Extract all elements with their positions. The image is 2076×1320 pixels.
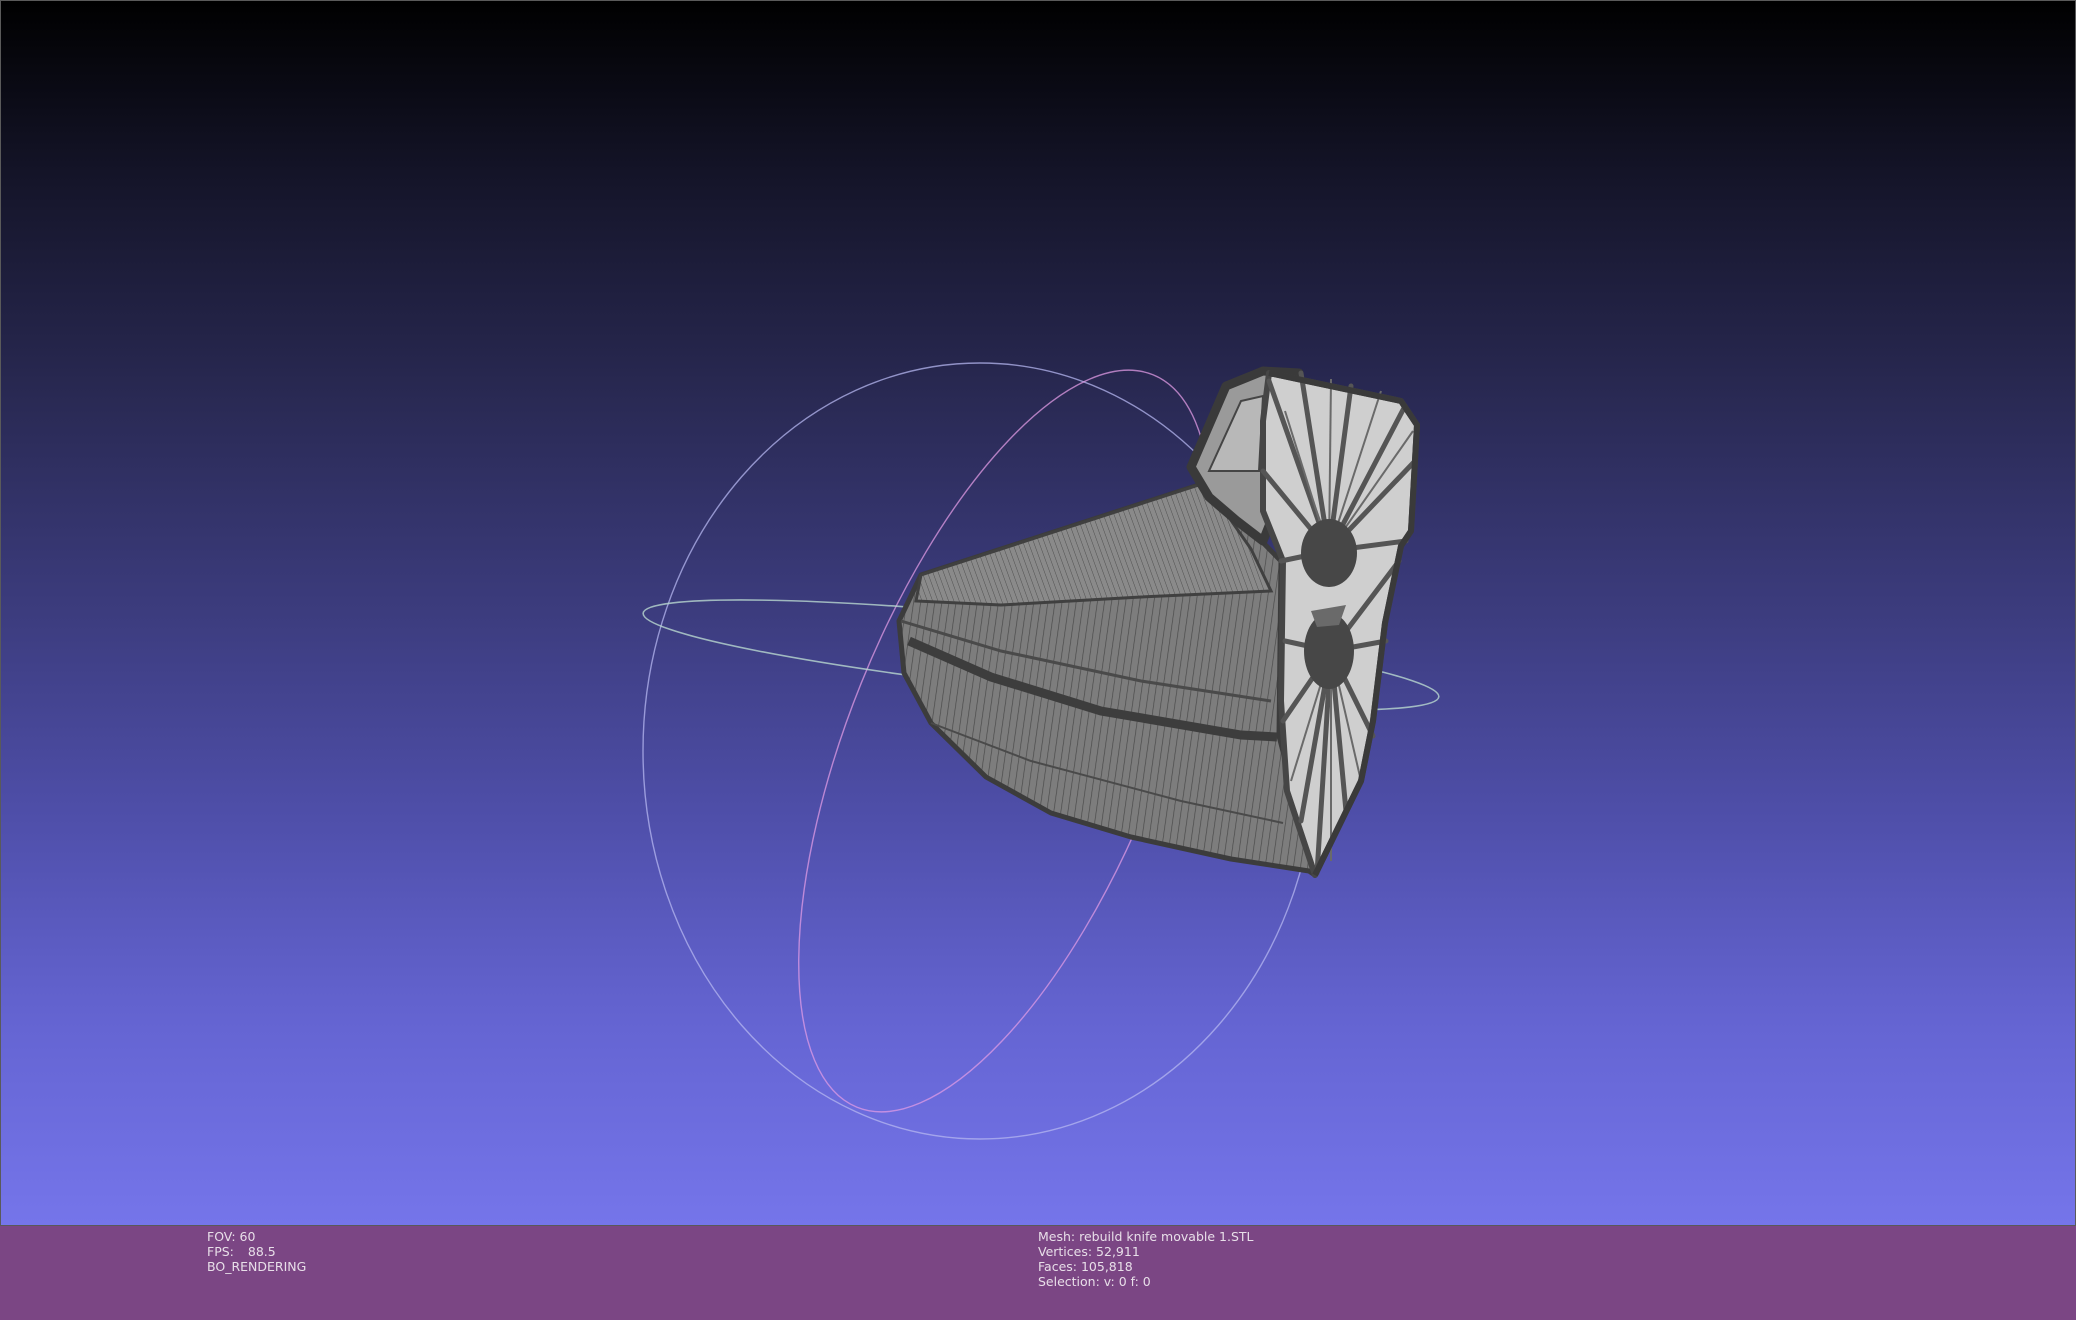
mesh-hole-upper: [1301, 519, 1357, 587]
3d-viewport[interactable]: [0, 0, 2076, 1226]
render-mode: BO_RENDERING: [207, 1259, 307, 1274]
mesh-scene[interactable]: [1, 1, 2076, 1227]
render-info: FOV: 60 FPS: 88.5 BO_RENDERING: [207, 1229, 306, 1274]
face-count: Faces: 105,818: [1038, 1259, 1133, 1274]
mesh-model[interactable]: [896, 366, 1420, 878]
fov-readout: FOV: 60: [207, 1229, 256, 1244]
fps-readout: FPS: 88.5: [207, 1244, 276, 1259]
status-bar: FOV: 60 FPS: 88.5 BO_RENDERING Mesh: rebu…: [0, 1226, 2076, 1320]
vertex-count: Vertices: 52,911: [1038, 1244, 1140, 1259]
mesh-name: Mesh: rebuild knife movable 1.STL: [1038, 1229, 1254, 1244]
selection-info: Selection: v: 0 f: 0: [1038, 1274, 1151, 1289]
mesh-info: Mesh: rebuild knife movable 1.STL Vertic…: [1038, 1229, 1253, 1289]
